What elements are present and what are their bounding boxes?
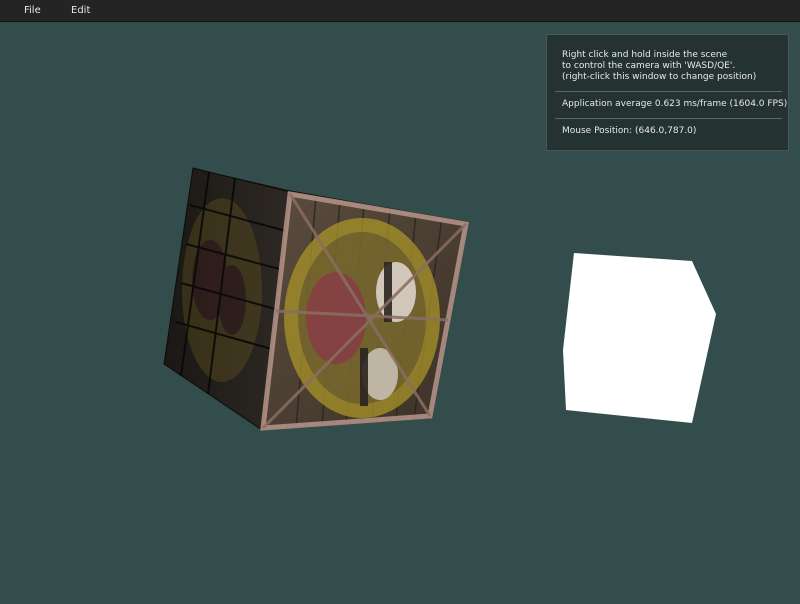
separator (555, 118, 782, 119)
light-cube (563, 253, 716, 423)
fps-readout: Application average 0.623 ms/frame (1604… (562, 99, 788, 109)
separator (555, 91, 782, 92)
help-line-3: (right-click this window to change posit… (562, 72, 757, 82)
menu-file[interactable]: File (24, 0, 41, 22)
crate-cube (163, 167, 469, 431)
mouse-position-readout: Mouse Position: (646.0,787.0) (562, 126, 697, 136)
camera-help-text: Right click and hold inside the scene to… (562, 50, 782, 83)
imgui-info-window[interactable]: Right click and hold inside the scene to… (546, 34, 789, 151)
help-line-1: Right click and hold inside the scene (562, 50, 728, 60)
menu-bar: File Edit (0, 0, 800, 22)
help-line-2: to control the camera with 'WASD/QE'. (562, 61, 736, 71)
menu-edit[interactable]: Edit (71, 0, 90, 22)
